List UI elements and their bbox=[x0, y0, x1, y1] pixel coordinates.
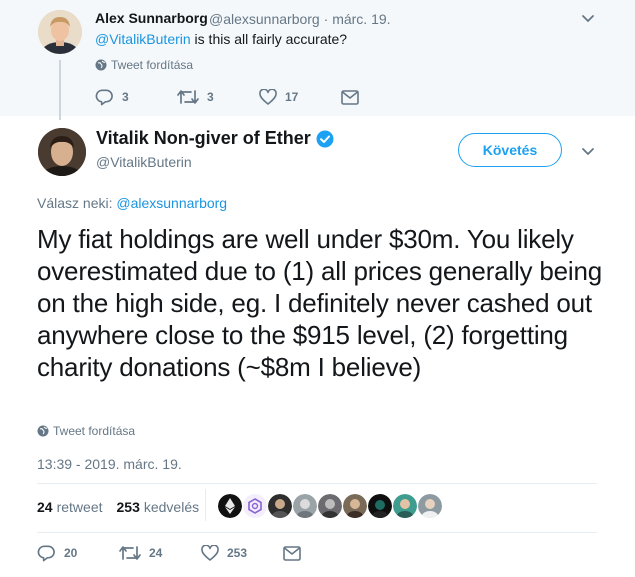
retweet-icon bbox=[177, 90, 199, 104]
person-icon[interactable] bbox=[393, 494, 417, 518]
message-button[interactable] bbox=[283, 545, 301, 561]
globe-icon bbox=[37, 425, 49, 437]
tweet-actions: 20 24 253 bbox=[37, 544, 301, 562]
reply-button[interactable]: 3 bbox=[95, 88, 177, 106]
translate-label: Tweet fordítása bbox=[111, 58, 194, 72]
message-button[interactable] bbox=[341, 89, 359, 105]
mention-link[interactable]: @alexsunnarborg bbox=[116, 195, 227, 211]
tweet-stats: 24 retweet 253 kedvelés bbox=[37, 499, 199, 515]
person-icon[interactable] bbox=[268, 494, 292, 518]
liker-avatars bbox=[218, 494, 442, 518]
follow-button[interactable]: Követés bbox=[458, 133, 562, 167]
tweet-timestamp[interactable]: 13:39 - 2019. márc. 19. bbox=[37, 456, 182, 472]
separator: · bbox=[323, 11, 329, 27]
retweet-button[interactable]: 3 bbox=[177, 89, 259, 105]
tweet-date[interactable]: márc. 19. bbox=[332, 11, 390, 27]
reply-button[interactable]: 20 bbox=[37, 544, 119, 562]
polygon-icon[interactable] bbox=[243, 494, 267, 518]
reply-prefix: Válasz neki: bbox=[37, 195, 117, 211]
retweet-stat-count[interactable]: 24 bbox=[37, 499, 53, 515]
divider bbox=[205, 489, 206, 521]
reply-icon bbox=[37, 545, 55, 562]
envelope-icon bbox=[341, 89, 359, 105]
ethereum-icon[interactable] bbox=[218, 494, 242, 518]
avatar[interactable] bbox=[38, 10, 82, 54]
globe-icon bbox=[95, 59, 107, 71]
tweet-text: @VitalikButerin is this all fairly accur… bbox=[95, 31, 347, 47]
author-handle-date: @alexsunnarborg · márc. 19. bbox=[209, 11, 391, 27]
like-button[interactable]: 17 bbox=[259, 89, 341, 105]
parent-tweet[interactable]: Alex Sunnarborg @alexsunnarborg · márc. … bbox=[0, 0, 635, 120]
person-icon[interactable] bbox=[418, 494, 442, 518]
tweet-actions: 3 3 17 bbox=[95, 88, 359, 106]
reply-icon bbox=[95, 89, 113, 106]
verified-badge-icon bbox=[316, 130, 334, 147]
like-count: 253 bbox=[227, 546, 248, 560]
retweet-stat-label[interactable]: retweet bbox=[57, 499, 103, 515]
author-name-row: Vitalik Non-giver of Ether bbox=[96, 128, 334, 149]
tweet-body: is this all fairly accurate? bbox=[190, 31, 348, 47]
heart-icon bbox=[259, 89, 277, 105]
person-icon[interactable] bbox=[343, 494, 367, 518]
retweet-count: 24 bbox=[149, 546, 163, 560]
translate-tweet-link[interactable]: Tweet fordítása bbox=[95, 58, 193, 72]
author-handle[interactable]: @VitalikButerin bbox=[96, 154, 192, 170]
translate-tweet-link[interactable]: Tweet fordítása bbox=[37, 424, 135, 438]
person-icon[interactable] bbox=[368, 494, 392, 518]
like-count: 17 bbox=[285, 90, 299, 104]
translate-label: Tweet fordítása bbox=[53, 424, 136, 438]
divider bbox=[37, 532, 597, 533]
chevron-down-icon[interactable] bbox=[580, 10, 596, 26]
like-stat-label[interactable]: kedvelés bbox=[144, 499, 199, 515]
person-icon[interactable] bbox=[318, 494, 342, 518]
heart-icon bbox=[201, 545, 219, 561]
avatar[interactable] bbox=[38, 128, 86, 176]
retweet-count: 3 bbox=[207, 90, 214, 104]
like-stat-count[interactable]: 253 bbox=[117, 499, 140, 515]
author-name[interactable]: Vitalik Non-giver of Ether bbox=[96, 128, 311, 149]
envelope-icon bbox=[283, 545, 301, 561]
tweet-text: My fiat holdings are well under $30m. Yo… bbox=[37, 224, 602, 382]
mention-link[interactable]: @VitalikButerin bbox=[95, 31, 191, 47]
reply-context: Válasz neki: @alexsunnarborg bbox=[37, 195, 227, 211]
author-handle[interactable]: @alexsunnarborg bbox=[209, 11, 320, 27]
retweet-button[interactable]: 24 bbox=[119, 545, 201, 561]
thread-line bbox=[59, 60, 61, 120]
author-name[interactable]: Alex Sunnarborg bbox=[95, 10, 208, 26]
like-button[interactable]: 253 bbox=[201, 545, 283, 561]
retweet-icon bbox=[119, 546, 141, 560]
reply-count: 3 bbox=[122, 90, 129, 104]
divider bbox=[37, 483, 597, 484]
person-icon[interactable] bbox=[293, 494, 317, 518]
reply-count: 20 bbox=[64, 546, 78, 560]
chevron-down-icon[interactable] bbox=[580, 143, 596, 159]
